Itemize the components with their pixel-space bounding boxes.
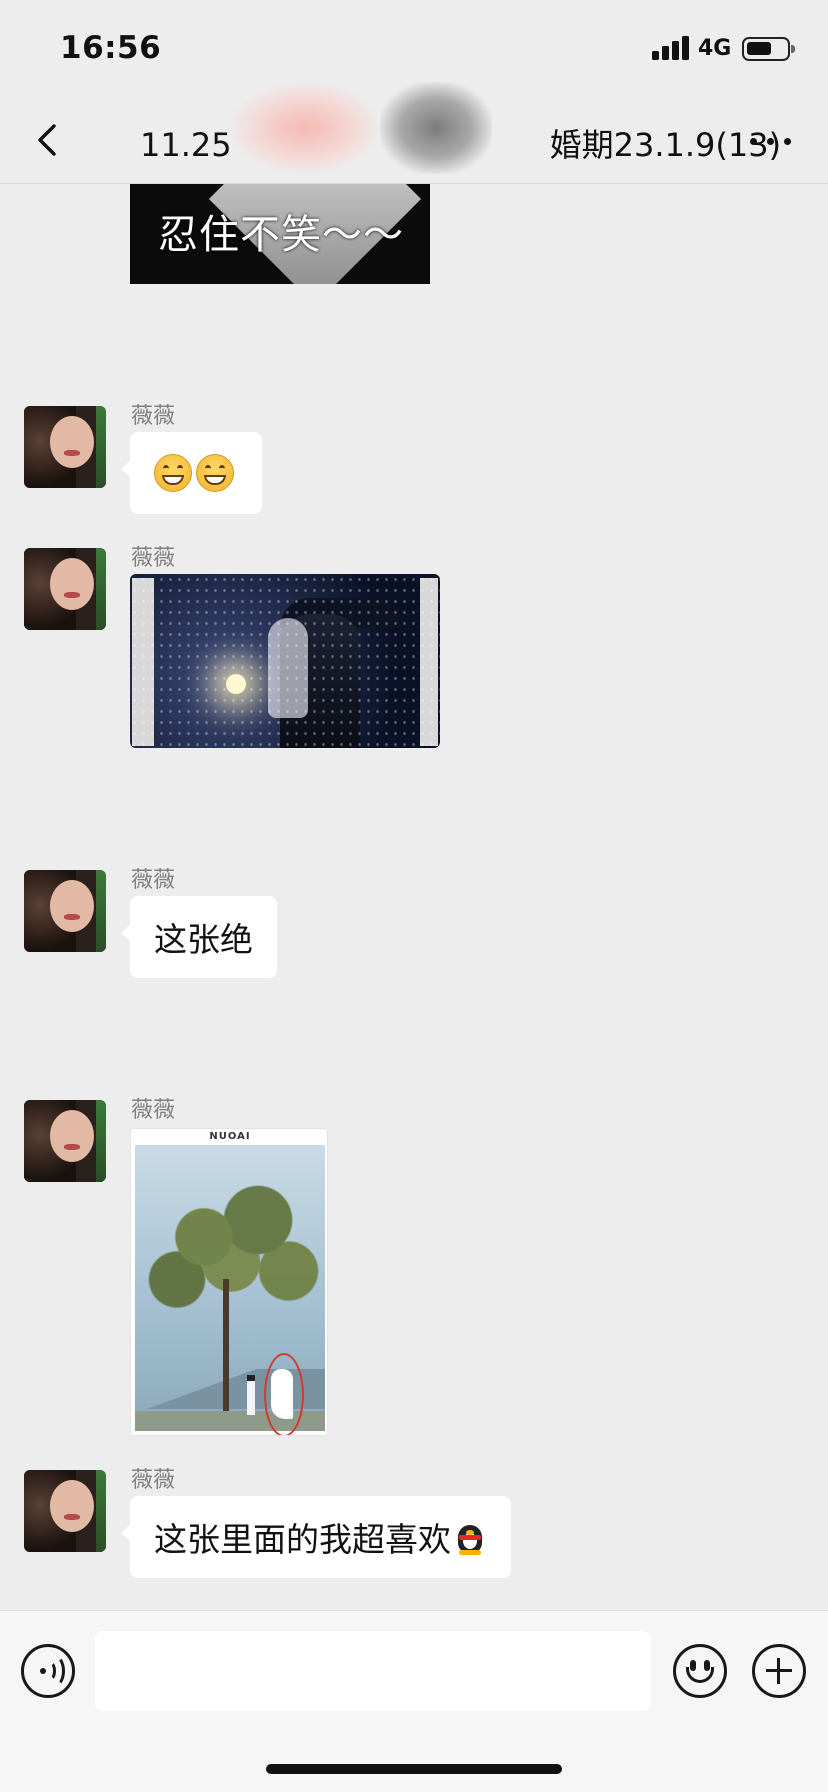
image-caption: 忍住不笑～～: [158, 212, 404, 258]
plus-icon[interactable]: [752, 1644, 806, 1698]
message-text: 这张里面的我超喜欢: [154, 1520, 451, 1559]
more-dots-icon[interactable]: [750, 136, 792, 148]
sender-name: 薇薇: [131, 546, 176, 571]
qq-penguin-icon: [453, 1519, 487, 1555]
sender-name: 薇薇: [131, 1468, 176, 1493]
wedding-tree-photo[interactable]: NUOAI: [130, 1128, 328, 1436]
avatar[interactable]: [24, 1470, 106, 1552]
avatar[interactable]: [24, 548, 106, 630]
redacted-blur: [230, 82, 380, 174]
image-message[interactable]: 忍住不笑～～: [130, 184, 430, 284]
chat-messages: 忍住不笑～～ 薇薇 薇薇 薇薇 这张绝 薇薇 NUOAI 薇薇 这张里面的我超喜…: [0, 184, 828, 1610]
avatar[interactable]: [24, 870, 106, 952]
wedding-rain-photo[interactable]: [130, 574, 440, 748]
avatar[interactable]: [24, 1100, 106, 1182]
grin-emoji-icon: [154, 454, 192, 492]
sender-name: 薇薇: [131, 868, 176, 893]
text-message[interactable]: 这张里面的我超喜欢: [121, 1496, 511, 1578]
battery-icon: [742, 37, 795, 61]
smiley-icon[interactable]: [673, 1644, 727, 1698]
network-type: 4G: [698, 36, 732, 61]
voice-icon[interactable]: [21, 1644, 75, 1698]
chat-title-suffix: 婚期23.1.9(13): [549, 126, 782, 164]
text-message[interactable]: 这张绝: [121, 896, 277, 978]
home-indicator: [266, 1764, 562, 1774]
photo-brand-label: NUOAI: [209, 1131, 251, 1142]
sender-name: 薇薇: [131, 1098, 176, 1123]
message-input[interactable]: [95, 1631, 651, 1711]
signal-icon: [652, 36, 690, 60]
redacted-blur: [380, 82, 492, 174]
status-time: 16:56: [60, 30, 162, 66]
sender-name: 薇薇: [131, 404, 176, 429]
emoji-message[interactable]: [121, 432, 262, 514]
chat-header: 11.25 婚期23.1.9(13): [0, 82, 828, 184]
chat-title-prefix: 11.25: [140, 126, 232, 164]
chevron-left-icon[interactable]: [30, 120, 70, 160]
grin-emoji-icon: [196, 454, 234, 492]
message-text: 这张绝: [154, 920, 253, 959]
avatar[interactable]: [24, 406, 106, 488]
